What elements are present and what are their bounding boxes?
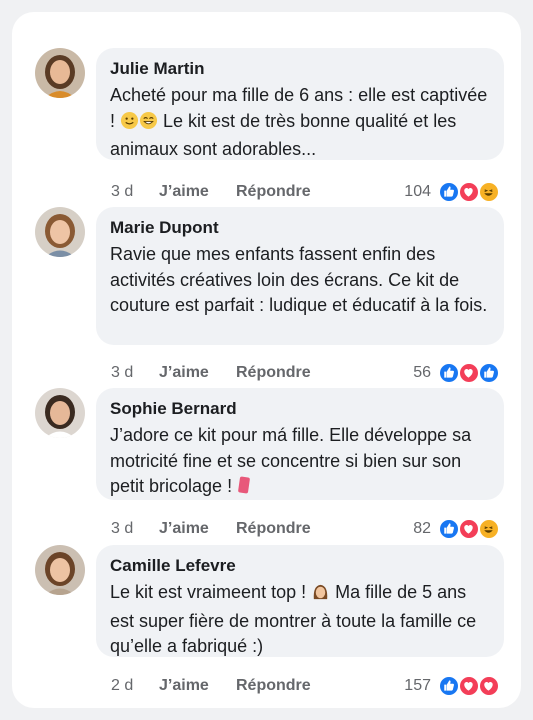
avatar[interactable] bbox=[35, 388, 85, 438]
timestamp[interactable]: 3 d bbox=[111, 518, 133, 540]
comment-text-part: Le kit est de très bonne qualité et les … bbox=[110, 110, 457, 160]
reactions[interactable] bbox=[439, 182, 501, 202]
like-icon bbox=[439, 182, 459, 202]
sewing-icon bbox=[237, 475, 251, 503]
girl-face-icon bbox=[311, 582, 330, 609]
comment-text-part: J’adore ce kit pour má fille. Elle dével… bbox=[110, 425, 472, 496]
like-icon bbox=[439, 363, 459, 383]
comment-text-part: Le kit est vraimeent top ! bbox=[110, 582, 312, 602]
author-name[interactable]: Sophie Bernard bbox=[110, 398, 490, 420]
comment-text: J’adore ce kit pour má fille. Elle dével… bbox=[110, 423, 490, 503]
like-icon bbox=[439, 519, 459, 539]
reaction-count[interactable]: 157 bbox=[404, 675, 431, 697]
reaction-count[interactable]: 82 bbox=[413, 518, 431, 540]
reactions[interactable] bbox=[439, 519, 501, 539]
love-icon bbox=[459, 182, 479, 202]
haha-icon bbox=[479, 182, 499, 202]
love-icon bbox=[459, 519, 479, 539]
grinning-face-icon bbox=[139, 111, 158, 138]
comments-card: Julie Martin Acheté pour ma fille de 6 a… bbox=[12, 12, 521, 708]
reaction-count[interactable]: 104 bbox=[404, 181, 431, 203]
reactions[interactable] bbox=[439, 363, 501, 383]
haha-icon bbox=[479, 519, 499, 539]
like-icon bbox=[439, 676, 459, 696]
like-button[interactable]: J’aime bbox=[159, 518, 209, 540]
love-icon bbox=[459, 363, 479, 383]
like-button[interactable]: J’aime bbox=[159, 675, 209, 697]
comment-bubble: Camille Lefevre Le kit est vraimeent top… bbox=[96, 545, 504, 657]
love-icon bbox=[459, 676, 479, 696]
avatar[interactable] bbox=[35, 207, 85, 257]
reaction-count[interactable]: 56 bbox=[413, 362, 431, 384]
reply-button[interactable]: Répondre bbox=[236, 518, 311, 540]
love-icon bbox=[479, 676, 499, 696]
comment-actions: 3 d J’aime Répondre 56 bbox=[111, 362, 501, 384]
reply-button[interactable]: Répondre bbox=[236, 181, 311, 203]
avatar[interactable] bbox=[35, 545, 85, 595]
like-icon bbox=[479, 363, 499, 383]
comment-text: Acheté pour ma fille de 6 ans : elle est… bbox=[110, 83, 490, 163]
reply-button[interactable]: Répondre bbox=[236, 675, 311, 697]
like-button[interactable]: J’aime bbox=[159, 181, 209, 203]
timestamp[interactable]: 2 d bbox=[111, 675, 133, 697]
avatar[interactable] bbox=[35, 48, 85, 98]
reactions[interactable] bbox=[439, 676, 501, 696]
comment-actions: 3 d J’aime Répondre 104 bbox=[111, 181, 501, 203]
timestamp[interactable]: 3 d bbox=[111, 362, 133, 384]
author-name[interactable]: Marie Dupont bbox=[110, 217, 490, 239]
timestamp[interactable]: 3 d bbox=[111, 181, 133, 203]
comment-bubble: Julie Martin Acheté pour ma fille de 6 a… bbox=[96, 48, 504, 160]
like-button[interactable]: J’aime bbox=[159, 362, 209, 384]
comment-actions: 2 d J’aime Répondre 157 bbox=[111, 675, 501, 697]
comment-bubble: Sophie Bernard J’adore ce kit pour má fi… bbox=[96, 388, 504, 500]
author-name[interactable]: Julie Martin bbox=[110, 58, 490, 80]
author-name[interactable]: Camille Lefevre bbox=[110, 555, 490, 577]
comment-text: Ravie que mes enfants fassent enfin des … bbox=[110, 244, 488, 315]
comment-bubble: Marie Dupont Ravie que mes enfants fasse… bbox=[96, 207, 504, 345]
smiling-face-icon bbox=[120, 111, 139, 138]
reply-button[interactable]: Répondre bbox=[236, 362, 311, 384]
comment-actions: 3 d J’aime Répondre 82 bbox=[111, 518, 501, 540]
comment-text: Le kit est vraimeent top ! Ma fille de 5… bbox=[110, 580, 490, 660]
